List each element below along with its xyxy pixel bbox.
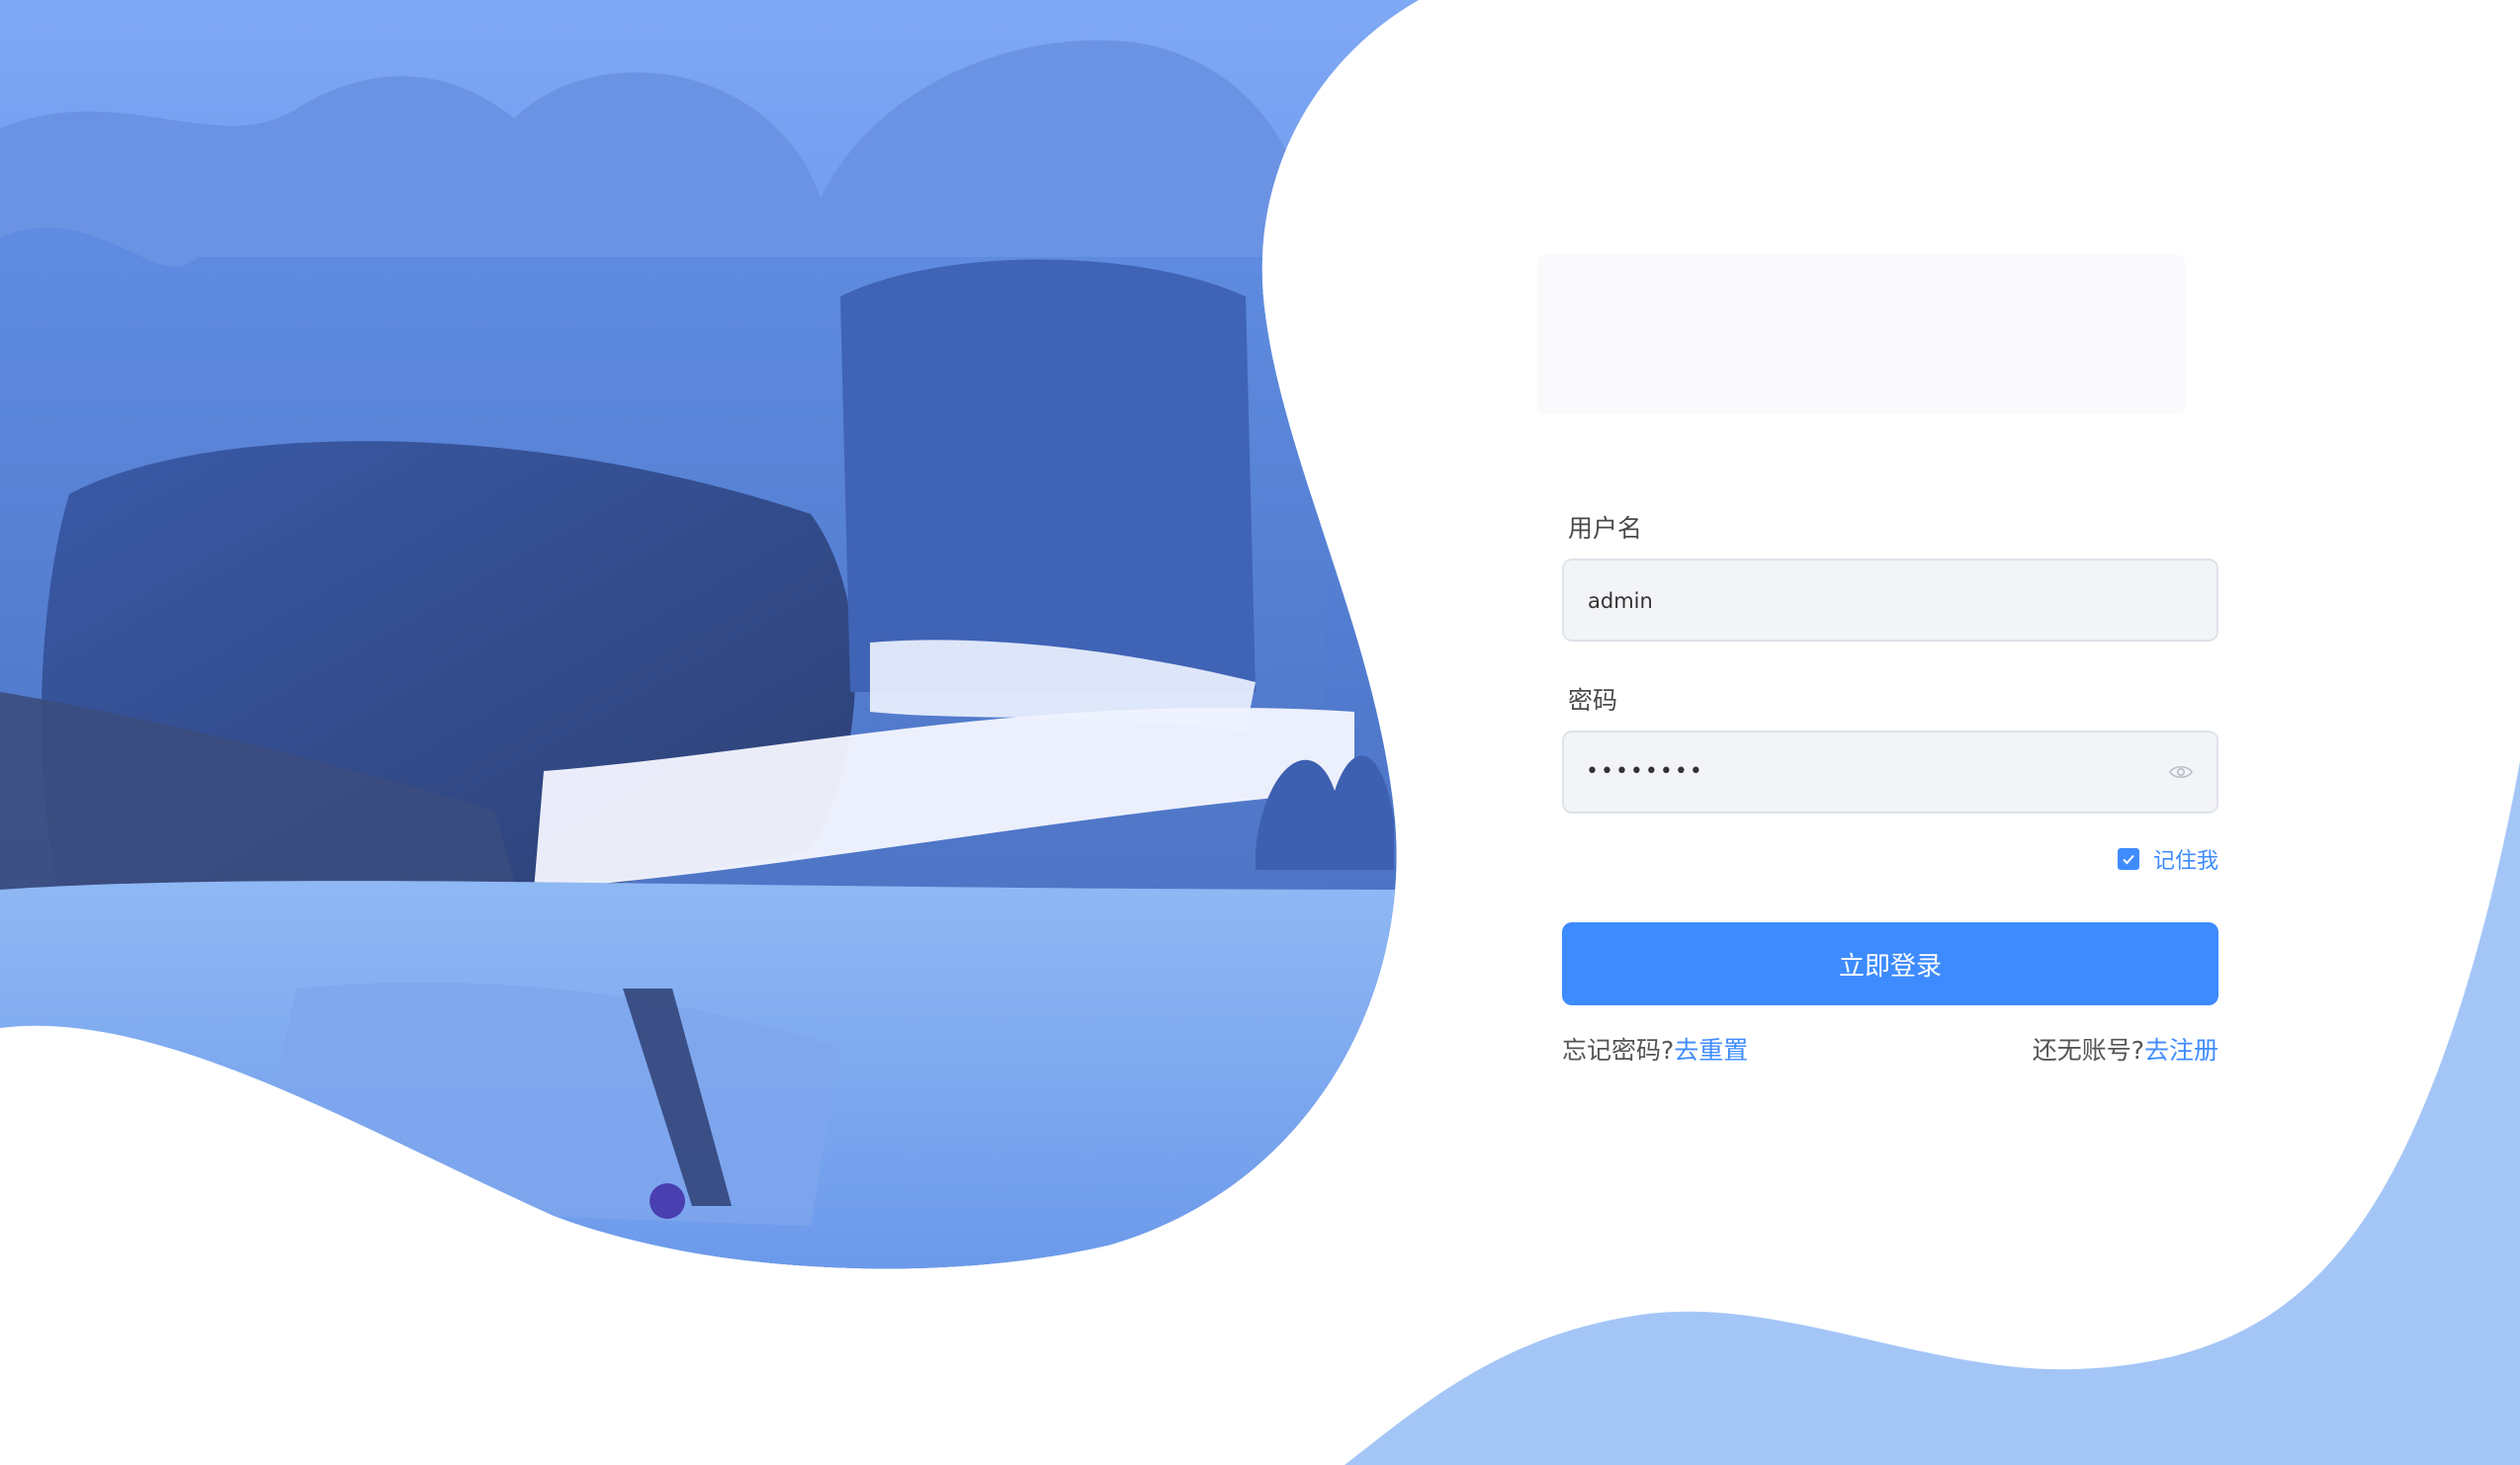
password-label: 密码: [1568, 686, 1618, 715]
login-page: 用户名 密码 •••••••• 记住我 立即登录: [0, 0, 2520, 1465]
logo-placeholder: [1537, 255, 2185, 413]
login-button[interactable]: 立即登录: [1562, 922, 2218, 1005]
forgot-password-text: 忘记密码?: [1562, 1036, 1675, 1065]
checkmark-icon: [2123, 854, 2134, 865]
auth-links-row: 忘记密码?去重置 还无账号?去注册: [1562, 1031, 2218, 1067]
forgot-password-group: 忘记密码?去重置: [1562, 1031, 1748, 1067]
checkbox-box[interactable]: [2117, 848, 2139, 870]
password-field-wrapper: ••••••••: [1562, 731, 2218, 814]
login-form: 用户名 密码 •••••••• 记住我 立即登录: [1562, 509, 2218, 1067]
register-link[interactable]: 去注册: [2144, 1036, 2218, 1065]
password-input[interactable]: ••••••••: [1586, 732, 2139, 812]
remember-me-checkbox[interactable]: 记住我: [2117, 843, 2218, 875]
remember-row: 记住我: [1562, 843, 2218, 883]
eye-icon[interactable]: [2169, 762, 2193, 782]
username-field-wrapper: [1562, 559, 2218, 642]
no-account-text: 还无账号?: [2032, 1036, 2144, 1065]
register-group: 还无账号?去注册: [2033, 1031, 2218, 1067]
reset-password-link[interactable]: 去重置: [1674, 1036, 1748, 1065]
username-label: 用户名: [1568, 514, 1643, 543]
username-input[interactable]: [1586, 560, 2143, 642]
remember-me-label: 记住我: [2152, 849, 2218, 874]
